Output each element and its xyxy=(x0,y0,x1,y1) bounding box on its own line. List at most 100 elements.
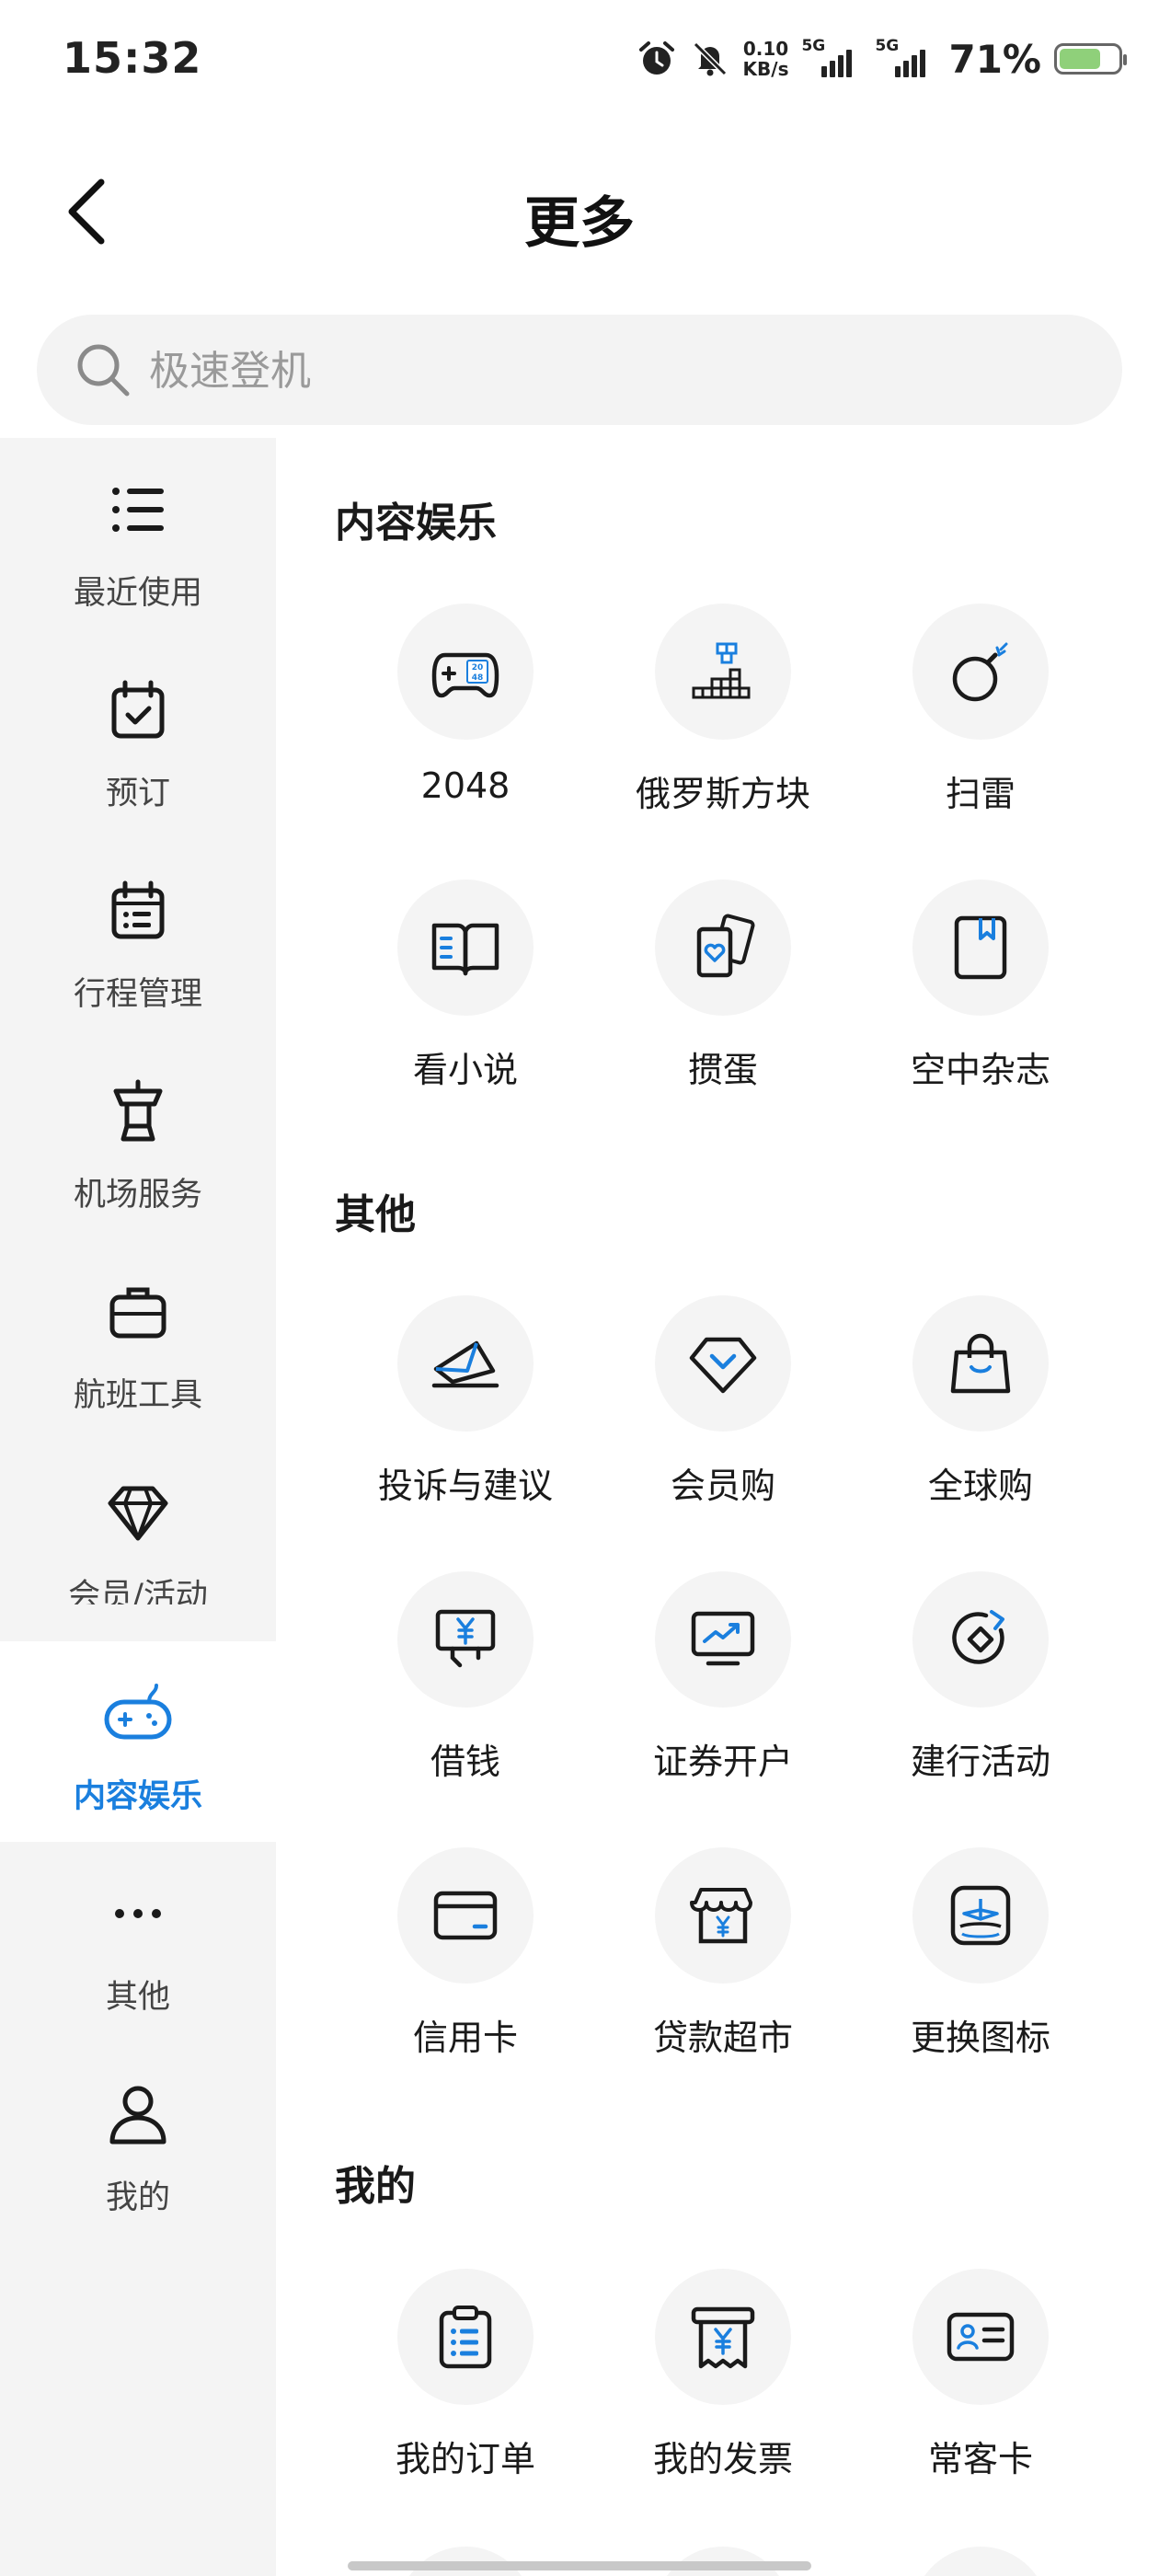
tile-label: 借钱 xyxy=(430,1742,500,1782)
section-title-mine: 我的 xyxy=(335,2163,416,2210)
gamepad-icon xyxy=(104,1684,172,1740)
section-title-other: 其他 xyxy=(335,1191,416,1238)
tile-member-shop[interactable]: 会员购 xyxy=(594,1295,852,1535)
section-title-entertainment: 内容娱乐 xyxy=(335,500,497,546)
net-speed: 0.10 KB/s xyxy=(742,38,789,80)
sidebar-item-flight-tools[interactable]: 航班工具 xyxy=(0,1240,276,1441)
sidebar-item-label: 行程管理 xyxy=(73,976,202,1013)
mute-bell-icon xyxy=(690,39,730,79)
status-time: 15:32 xyxy=(63,33,202,83)
search-icon xyxy=(77,344,130,397)
invoice-icon xyxy=(691,2306,755,2369)
tile-minesweeper[interactable]: 扫雷 xyxy=(852,604,1109,843)
sidebar-corner xyxy=(0,1604,276,1641)
sidebar-item-label: 机场服务 xyxy=(73,1177,202,1213)
playing-cards-icon xyxy=(696,914,755,978)
tile-novels[interactable]: 看小说 xyxy=(337,880,594,1119)
svg-text:20: 20 xyxy=(472,663,484,673)
page-header: 更多 xyxy=(0,147,1159,276)
sidebar-corner xyxy=(0,1842,276,1879)
tile-magazine[interactable]: 空中杂志 xyxy=(852,880,1109,1119)
page-title: 更多 xyxy=(524,191,635,256)
money-sign-icon xyxy=(435,1609,496,1668)
sidebar-item-label: 其他 xyxy=(105,1979,170,2016)
tile-guandan[interactable]: 掼蛋 xyxy=(594,880,852,1119)
tile-label: 我的发票 xyxy=(652,2439,793,2479)
tile-securities[interactable]: 证券开户 xyxy=(594,1571,852,1811)
tile-label: 投诉与建议 xyxy=(377,1466,553,1506)
tile-label: 看小说 xyxy=(412,1050,518,1090)
game-2048-icon: 2048 xyxy=(431,652,499,698)
tile-label: 建行活动 xyxy=(910,1742,1050,1782)
tile-label: 常客卡 xyxy=(927,2439,1033,2479)
envelope-icon xyxy=(431,1340,499,1388)
category-sidebar: 最近使用 预订 行程管理 机场服务 航班工具 会员/活动 内容娱乐 其他 我的 xyxy=(0,438,276,2576)
more-dots-icon xyxy=(115,1909,161,1918)
tile-frequent-flyer-card[interactable]: 常客卡 xyxy=(852,2269,1109,2508)
book-icon xyxy=(431,923,499,976)
sidebar-item-label: 内容娱乐 xyxy=(73,1778,202,1815)
tile-label: 掼蛋 xyxy=(687,1050,758,1090)
content-panel: 内容娱乐 20 48 2048 俄罗斯方块 扫雷 看小说 掼蛋 空中杂志 其他 投… xyxy=(276,438,1159,2576)
credit-card-icon xyxy=(433,1891,498,1940)
tile-label: 贷款超市 xyxy=(652,2018,793,2058)
app-icon-swap-icon xyxy=(950,1885,1011,1946)
sidebar-item-airport[interactable]: 机场服务 xyxy=(0,1040,276,1240)
sim1-signal-icon: 5G xyxy=(801,37,862,77)
schedule-icon xyxy=(111,880,165,939)
sidebar-item-trips[interactable]: 行程管理 xyxy=(0,839,276,1040)
tile-change-icon[interactable]: 更换图标 xyxy=(852,1847,1109,2087)
briefcase-icon xyxy=(109,1287,166,1339)
sidebar-item-label: 航班工具 xyxy=(73,1377,202,1414)
user-icon xyxy=(109,2086,166,2145)
sidebar-item-label: 预订 xyxy=(105,776,170,812)
tile-label: 信用卡 xyxy=(412,2018,518,2058)
tile-label: 2048 xyxy=(420,765,511,806)
tile-label: 扫雷 xyxy=(945,774,1016,814)
list-icon xyxy=(112,488,164,532)
sidebar-item-booking[interactable]: 预订 xyxy=(0,638,276,839)
tile-credit-card[interactable]: 信用卡 xyxy=(337,1847,594,2087)
tile-label: 我的订单 xyxy=(395,2439,535,2479)
sidebar-item-label: 我的 xyxy=(105,2179,170,2216)
stock-monitor-icon xyxy=(691,1611,755,1666)
sidebar-item-entertainment[interactable]: 内容娱乐 xyxy=(0,1641,276,1842)
tile-complaints[interactable]: 投诉与建议 xyxy=(337,1295,594,1535)
tile-label: 俄罗斯方块 xyxy=(635,774,810,814)
tile-borrow[interactable]: 借钱 xyxy=(337,1571,594,1811)
sidebar-item-mine[interactable]: 我的 xyxy=(0,2042,276,2243)
vip-diamond-icon xyxy=(689,1337,757,1394)
calendar-check-icon xyxy=(111,680,165,739)
diamond-icon xyxy=(108,1486,168,1541)
tile-my-invoices[interactable]: 我的发票 xyxy=(594,2269,852,2508)
svg-text:48: 48 xyxy=(472,673,484,683)
tile-loan-market[interactable]: 贷款超市 xyxy=(594,1847,852,2087)
member-card-icon xyxy=(947,2312,1015,2362)
tile-label: 全球购 xyxy=(927,1466,1033,1506)
loan-store-icon xyxy=(690,1888,752,1944)
sim2-signal-icon: 5G xyxy=(875,37,935,77)
search-bar[interactable] xyxy=(37,315,1122,425)
home-indicator[interactable] xyxy=(348,2561,811,2570)
battery-icon xyxy=(1054,43,1127,75)
magazine-icon xyxy=(954,915,1007,980)
control-tower-icon xyxy=(113,1079,163,1142)
search-input[interactable] xyxy=(147,333,1071,408)
tile-label: 会员购 xyxy=(670,1466,775,1506)
tile-label: 更换图标 xyxy=(910,2018,1050,2058)
tile-2048[interactable]: 20 48 2048 xyxy=(337,604,594,843)
tile-label: 证券开户 xyxy=(652,1742,793,1782)
alarm-icon xyxy=(637,39,677,79)
sidebar-item-label: 最近使用 xyxy=(73,575,202,612)
tile-ccb-events[interactable]: 建行活动 xyxy=(852,1571,1109,1811)
status-bar: 15:32 0.10 KB/s 5G 5G 71% xyxy=(0,0,1159,110)
tile-tetris[interactable]: 俄罗斯方块 xyxy=(594,604,852,843)
tile-my-orders[interactable]: 我的订单 xyxy=(337,2269,594,2508)
tile-label: 空中杂志 xyxy=(910,1050,1050,1090)
tile-global-shop[interactable]: 全球购 xyxy=(852,1295,1109,1535)
sidebar-item-recent[interactable]: 最近使用 xyxy=(0,438,276,638)
tetris-icon xyxy=(692,642,751,699)
tile-partial xyxy=(852,2547,1109,2576)
battery-percent: 71% xyxy=(948,36,1041,82)
ccb-logo-icon xyxy=(952,1610,1004,1664)
